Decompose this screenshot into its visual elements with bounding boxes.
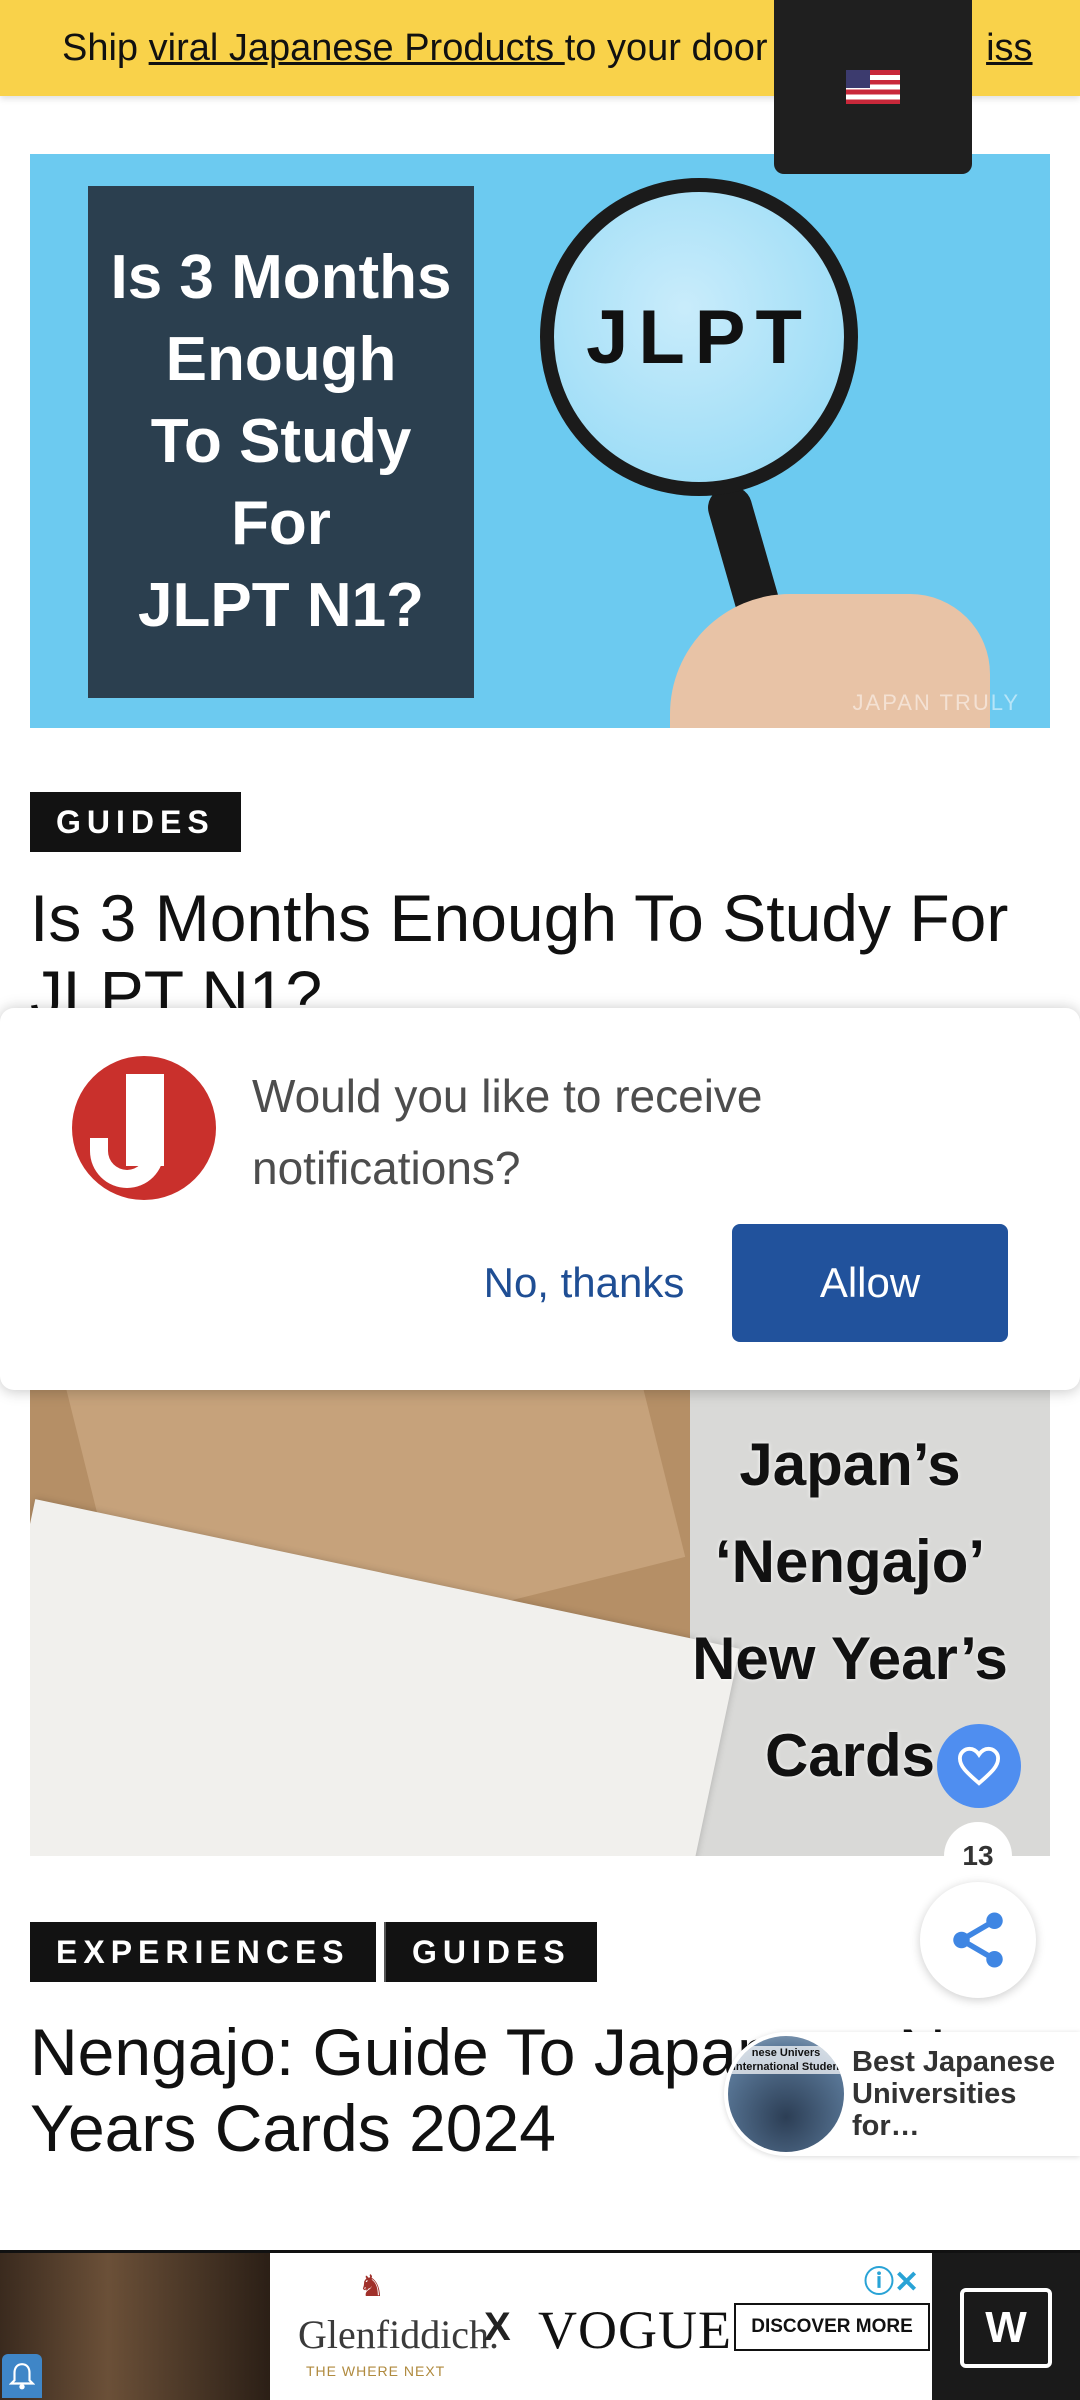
w-logo-icon: W xyxy=(960,2288,1052,2368)
magnifier-lens: JLPT xyxy=(540,178,858,496)
banner-text: to your door xyxy=(564,26,779,69)
language-selector[interactable] xyxy=(774,0,972,174)
category-tag-experiences[interactable]: EXPERIENCES xyxy=(30,1922,376,1982)
lens-text: JLPT xyxy=(586,294,812,380)
thumbnail-caption: nese Univers International Studen xyxy=(728,2046,844,2074)
no-thanks-button[interactable]: No, thanks xyxy=(458,1224,710,1342)
image-line: Is 3 Months xyxy=(110,243,452,312)
image-line: ‘Nengajo’ xyxy=(714,1528,986,1595)
article-image-jlpt[interactable]: Is 3 Months Enough To Study For JLPT N1?… xyxy=(30,154,1050,728)
discover-more-button[interactable]: DISCOVER MORE xyxy=(734,2303,930,2351)
image-watermark: JAPAN TRULY xyxy=(852,690,1020,715)
notification-prompt: Would you like to receive notifications?… xyxy=(0,1008,1080,1390)
site-logo-icon xyxy=(72,1056,216,1200)
image-line: To Study xyxy=(150,407,412,476)
ad-brand-subtitle: THE WHERE NEXT xyxy=(306,2363,446,2379)
recommended-thumbnail: nese Univers International Studen xyxy=(728,2036,844,2152)
image-line: For xyxy=(231,489,331,558)
article-image-nengajo[interactable]: Japan’s ‘Nengajo’ New Year’s Cards xyxy=(30,1390,1050,1856)
like-count: 13 xyxy=(944,1822,1012,1890)
allow-button[interactable]: Allow xyxy=(732,1224,1008,1342)
bottom-ad-banner[interactable]: ♞ Glenfiddich. THE WHERE NEXT X VOGUE DI… xyxy=(0,2250,1080,2400)
page: Is 3 Months Enough To Study For JLPT N1?… xyxy=(0,0,1080,2400)
flag-canton xyxy=(846,70,870,88)
adchoices-close-icon[interactable]: ⓘ✕ xyxy=(864,2257,919,2301)
notification-message: Would you like to receive notifications? xyxy=(252,1070,763,1194)
image-line: Japan’s xyxy=(739,1431,961,1498)
image-line: JLPT N1? xyxy=(138,571,424,640)
share-icon[interactable] xyxy=(920,1882,1036,1998)
stag-crest-icon: ♞ xyxy=(358,2270,385,2303)
notification-bell-icon[interactable] xyxy=(2,2354,42,2398)
recommended-article-card[interactable]: nese Univers International Studen Best J… xyxy=(724,2032,1080,2156)
ad-collab-x: X xyxy=(484,2305,511,2349)
ad-publisher-logo: W xyxy=(932,2253,1080,2400)
heart-icon[interactable] xyxy=(937,1724,1021,1808)
banner-link[interactable]: viral Japanese Products xyxy=(149,27,565,70)
image-line: New Year’s xyxy=(692,1625,1008,1692)
logo-j-hook xyxy=(90,1138,164,1188)
recommended-title: Best Japanese Universities for… xyxy=(852,2046,1056,2142)
ad-brand-glenfiddich: Glenfiddich. xyxy=(298,2312,500,2357)
category-tag-guides[interactable]: GUIDES xyxy=(386,1922,597,1982)
ad-brand-vogue: VOGUE xyxy=(538,2300,732,2360)
category-tag-guides[interactable]: GUIDES xyxy=(30,792,241,852)
banner-text: Ship xyxy=(62,26,149,69)
us-flag-icon xyxy=(846,70,900,104)
banner-link[interactable]: iss xyxy=(986,27,1032,70)
image-text-panel: Is 3 Months Enough To Study For JLPT N1? xyxy=(88,186,474,698)
image-line: Enough xyxy=(165,325,397,394)
